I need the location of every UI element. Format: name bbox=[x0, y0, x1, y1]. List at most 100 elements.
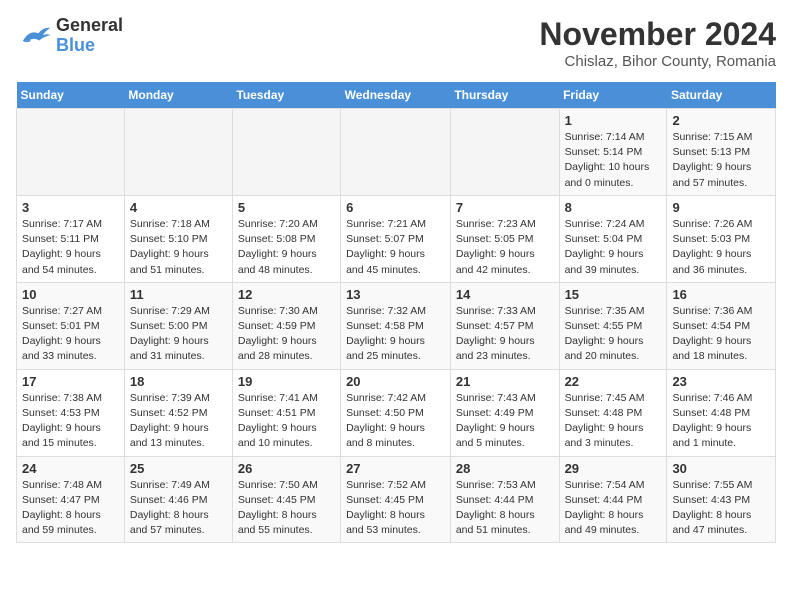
calendar-cell: 8 Sunrise: 7:24 AMSunset: 5:04 PMDaylight… bbox=[559, 195, 667, 282]
weekday-header: Saturday bbox=[667, 82, 776, 109]
day-info: Sunrise: 7:21 AMSunset: 5:07 PMDaylight:… bbox=[346, 217, 445, 278]
day-number: 24 bbox=[22, 461, 119, 476]
calendar-cell: 5 Sunrise: 7:20 AMSunset: 5:08 PMDaylight… bbox=[232, 195, 340, 282]
day-info: Sunrise: 7:39 AMSunset: 4:52 PMDaylight:… bbox=[130, 391, 227, 452]
weekday-header-row: SundayMondayTuesdayWednesdayThursdayFrid… bbox=[17, 82, 776, 109]
calendar-cell: 13Sunrise: 7:32 AMSunset: 4:58 PMDayligh… bbox=[341, 282, 451, 369]
title-section: November 2024 Chislaz, Bihor County, Rom… bbox=[539, 16, 776, 70]
day-number: 16 bbox=[672, 287, 770, 302]
day-info: Sunrise: 7:46 AMSunset: 4:48 PMDaylight:… bbox=[672, 391, 770, 452]
calendar-week-row: 3 Sunrise: 7:17 AMSunset: 5:11 PMDaylight… bbox=[17, 195, 776, 282]
day-info: Sunrise: 7:48 AMSunset: 4:47 PMDaylight:… bbox=[22, 478, 119, 539]
logo-blue: Blue bbox=[56, 36, 123, 56]
day-info: Sunrise: 7:18 AMSunset: 5:10 PMDaylight:… bbox=[130, 217, 227, 278]
day-number: 5 bbox=[238, 200, 335, 215]
day-info: Sunrise: 7:41 AMSunset: 4:51 PMDaylight:… bbox=[238, 391, 335, 452]
day-number: 21 bbox=[456, 374, 554, 389]
day-number: 22 bbox=[565, 374, 662, 389]
day-number: 8 bbox=[565, 200, 662, 215]
day-number: 18 bbox=[130, 374, 227, 389]
calendar-cell: 14 Sunrise: 7:33 AMSunset: 4:57 PMDayligh… bbox=[450, 282, 559, 369]
day-number: 12 bbox=[238, 287, 335, 302]
day-number: 1 bbox=[565, 113, 662, 128]
logo-icon bbox=[16, 22, 52, 50]
calendar-cell: 29 Sunrise: 7:54 AMSunset: 4:44 PMDayligh… bbox=[559, 456, 667, 543]
calendar-cell: 6 Sunrise: 7:21 AMSunset: 5:07 PMDaylight… bbox=[341, 195, 451, 282]
day-info: Sunrise: 7:54 AMSunset: 4:44 PMDaylight:… bbox=[565, 478, 662, 539]
calendar-cell bbox=[124, 109, 232, 196]
day-number: 29 bbox=[565, 461, 662, 476]
day-info: Sunrise: 7:38 AMSunset: 4:53 PMDaylight:… bbox=[22, 391, 119, 452]
day-number: 10 bbox=[22, 287, 119, 302]
day-info: Sunrise: 7:50 AMSunset: 4:45 PMDaylight:… bbox=[238, 478, 335, 539]
day-number: 2 bbox=[672, 113, 770, 128]
calendar-cell: 26 Sunrise: 7:50 AMSunset: 4:45 PMDayligh… bbox=[232, 456, 340, 543]
weekday-header: Tuesday bbox=[232, 82, 340, 109]
day-number: 3 bbox=[22, 200, 119, 215]
day-number: 11 bbox=[130, 287, 227, 302]
calendar-cell bbox=[232, 109, 340, 196]
day-number: 19 bbox=[238, 374, 335, 389]
day-number: 27 bbox=[346, 461, 445, 476]
day-info: Sunrise: 7:27 AMSunset: 5:01 PMDaylight:… bbox=[22, 304, 119, 365]
day-number: 17 bbox=[22, 374, 119, 389]
calendar-cell: 10 Sunrise: 7:27 AMSunset: 5:01 PMDayligh… bbox=[17, 282, 125, 369]
calendar-cell: 25Sunrise: 7:49 AMSunset: 4:46 PMDayligh… bbox=[124, 456, 232, 543]
weekday-header: Wednesday bbox=[341, 82, 451, 109]
page-header: General Blue November 2024 Chislaz, Biho… bbox=[16, 16, 776, 70]
day-info: Sunrise: 7:32 AMSunset: 4:58 PMDaylight:… bbox=[346, 304, 445, 365]
calendar-cell: 15Sunrise: 7:35 AMSunset: 4:55 PMDayligh… bbox=[559, 282, 667, 369]
calendar-cell: 16 Sunrise: 7:36 AMSunset: 4:54 PMDayligh… bbox=[667, 282, 776, 369]
calendar-cell: 20Sunrise: 7:42 AMSunset: 4:50 PMDayligh… bbox=[341, 369, 451, 456]
day-number: 4 bbox=[130, 200, 227, 215]
calendar-cell: 17 Sunrise: 7:38 AMSunset: 4:53 PMDayligh… bbox=[17, 369, 125, 456]
day-info: Sunrise: 7:14 AMSunset: 5:14 PMDaylight:… bbox=[565, 130, 662, 191]
day-number: 30 bbox=[672, 461, 770, 476]
day-info: Sunrise: 7:15 AMSunset: 5:13 PMDaylight:… bbox=[672, 130, 770, 191]
day-number: 6 bbox=[346, 200, 445, 215]
day-number: 7 bbox=[456, 200, 554, 215]
calendar-cell: 9Sunrise: 7:26 AMSunset: 5:03 PMDaylight… bbox=[667, 195, 776, 282]
day-info: Sunrise: 7:23 AMSunset: 5:05 PMDaylight:… bbox=[456, 217, 554, 278]
logo: General Blue bbox=[16, 16, 123, 56]
day-number: 26 bbox=[238, 461, 335, 476]
logo-text: General bbox=[56, 16, 123, 36]
calendar-cell bbox=[450, 109, 559, 196]
day-info: Sunrise: 7:42 AMSunset: 4:50 PMDaylight:… bbox=[346, 391, 445, 452]
calendar-cell: 27 Sunrise: 7:52 AMSunset: 4:45 PMDayligh… bbox=[341, 456, 451, 543]
month-title: November 2024 bbox=[539, 16, 776, 53]
day-info: Sunrise: 7:24 AMSunset: 5:04 PMDaylight:… bbox=[565, 217, 662, 278]
calendar-cell: 2 Sunrise: 7:15 AMSunset: 5:13 PMDaylight… bbox=[667, 109, 776, 196]
day-info: Sunrise: 7:55 AMSunset: 4:43 PMDaylight:… bbox=[672, 478, 770, 539]
day-number: 14 bbox=[456, 287, 554, 302]
day-number: 28 bbox=[456, 461, 554, 476]
calendar-cell: 7 Sunrise: 7:23 AMSunset: 5:05 PMDaylight… bbox=[450, 195, 559, 282]
day-info: Sunrise: 7:30 AMSunset: 4:59 PMDaylight:… bbox=[238, 304, 335, 365]
day-info: Sunrise: 7:36 AMSunset: 4:54 PMDaylight:… bbox=[672, 304, 770, 365]
weekday-header: Monday bbox=[124, 82, 232, 109]
day-info: Sunrise: 7:29 AMSunset: 5:00 PMDaylight:… bbox=[130, 304, 227, 365]
location-subtitle: Chislaz, Bihor County, Romania bbox=[539, 53, 776, 70]
calendar-cell: 3 Sunrise: 7:17 AMSunset: 5:11 PMDaylight… bbox=[17, 195, 125, 282]
day-info: Sunrise: 7:52 AMSunset: 4:45 PMDaylight:… bbox=[346, 478, 445, 539]
calendar-week-row: 17 Sunrise: 7:38 AMSunset: 4:53 PMDayligh… bbox=[17, 369, 776, 456]
calendar-cell bbox=[17, 109, 125, 196]
day-info: Sunrise: 7:45 AMSunset: 4:48 PMDaylight:… bbox=[565, 391, 662, 452]
calendar-cell: 30 Sunrise: 7:55 AMSunset: 4:43 PMDayligh… bbox=[667, 456, 776, 543]
calendar-cell: 21Sunrise: 7:43 AMSunset: 4:49 PMDayligh… bbox=[450, 369, 559, 456]
calendar-week-row: 1 Sunrise: 7:14 AMSunset: 5:14 PMDaylight… bbox=[17, 109, 776, 196]
day-number: 23 bbox=[672, 374, 770, 389]
calendar-cell: 4 Sunrise: 7:18 AMSunset: 5:10 PMDaylight… bbox=[124, 195, 232, 282]
day-info: Sunrise: 7:33 AMSunset: 4:57 PMDaylight:… bbox=[456, 304, 554, 365]
day-info: Sunrise: 7:17 AMSunset: 5:11 PMDaylight:… bbox=[22, 217, 119, 278]
calendar-cell: 28 Sunrise: 7:53 AMSunset: 4:44 PMDayligh… bbox=[450, 456, 559, 543]
calendar-cell: 12 Sunrise: 7:30 AMSunset: 4:59 PMDayligh… bbox=[232, 282, 340, 369]
calendar-week-row: 10 Sunrise: 7:27 AMSunset: 5:01 PMDayligh… bbox=[17, 282, 776, 369]
calendar-cell: 11 Sunrise: 7:29 AMSunset: 5:00 PMDayligh… bbox=[124, 282, 232, 369]
day-info: Sunrise: 7:26 AMSunset: 5:03 PMDaylight:… bbox=[672, 217, 770, 278]
day-info: Sunrise: 7:20 AMSunset: 5:08 PMDaylight:… bbox=[238, 217, 335, 278]
weekday-header: Friday bbox=[559, 82, 667, 109]
calendar-cell: 18 Sunrise: 7:39 AMSunset: 4:52 PMDayligh… bbox=[124, 369, 232, 456]
day-info: Sunrise: 7:53 AMSunset: 4:44 PMDaylight:… bbox=[456, 478, 554, 539]
day-info: Sunrise: 7:49 AMSunset: 4:46 PMDaylight:… bbox=[130, 478, 227, 539]
